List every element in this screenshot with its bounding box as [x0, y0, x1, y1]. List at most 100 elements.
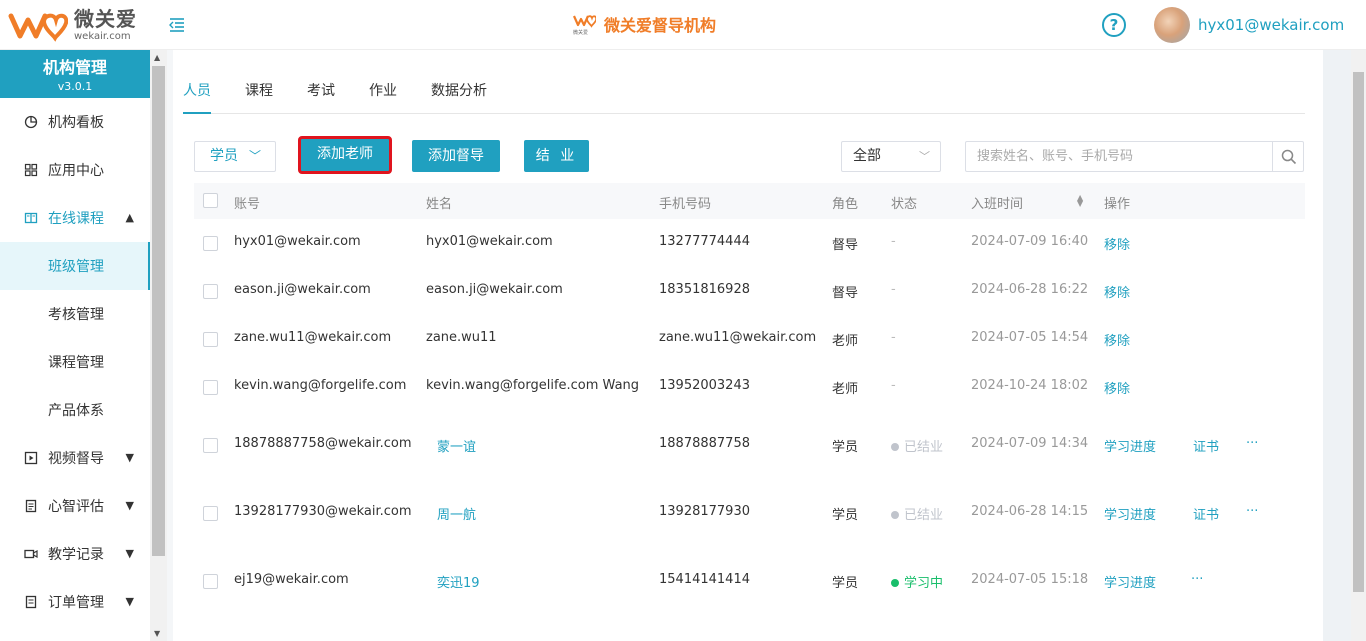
clipboard-icon: [25, 499, 37, 513]
certificate-link[interactable]: 证书: [1193, 504, 1219, 523]
tab-exams[interactable]: 考试: [307, 80, 335, 114]
brand-logo[interactable]: 微关爱 wekair.com: [8, 6, 137, 44]
cell-role: 老师: [832, 382, 859, 397]
cell-name-link[interactable]: 蒙一谊: [437, 436, 476, 455]
search-input[interactable]: 搜索姓名、账号、手机号码: [965, 141, 1273, 172]
tab-data-analysis[interactable]: 数据分析: [431, 80, 487, 114]
add-supervisor-button[interactable]: 添加督导: [412, 140, 500, 172]
row-checkbox[interactable]: [203, 438, 218, 453]
status-dot: [891, 511, 899, 519]
chevron-up-icon: ▲: [125, 211, 134, 224]
sidebar-item-mind-assessment[interactable]: 心智评估 ▼: [0, 482, 150, 530]
cell-status: -: [891, 234, 896, 249]
sidebar-version: v3.0.1: [57, 80, 93, 93]
sidebar-item-teaching-records[interactable]: 教学记录 ▼: [0, 530, 150, 578]
cell-join-time: 2024-10-24 18:02: [971, 378, 1089, 393]
sidebar-item-label: 教学记录: [48, 547, 104, 563]
cell-join-time: 2024-07-05 15:18: [971, 572, 1089, 587]
col-status: 状态: [891, 197, 918, 212]
video-icon: [24, 451, 38, 465]
help-icon[interactable]: ?: [1102, 13, 1126, 37]
cell-account: ej19@wekair.com: [234, 572, 349, 587]
sort-icon[interactable]: ▲ ▼: [1077, 194, 1083, 208]
remove-link[interactable]: 移除: [1104, 282, 1130, 301]
main-content: 人员 课程 考试 作业 数据分析 学员 ﹀ 添加老师 添加督导 结 业 全部 ﹀…: [173, 50, 1323, 641]
row-checkbox[interactable]: [203, 332, 218, 347]
sidebar-item-course-management[interactable]: 课程管理: [0, 338, 150, 386]
cell-name: eason.ji@wekair.com: [426, 282, 563, 297]
scroll-down-icon[interactable]: ▼: [154, 629, 160, 638]
right-gutter: [1323, 50, 1351, 641]
cell-role: 督导: [832, 286, 859, 301]
cell-status: -: [891, 282, 896, 297]
cell-role: 学员: [832, 440, 859, 455]
study-progress-link[interactable]: 学习进度: [1104, 504, 1156, 523]
chevron-down-icon: ▼: [125, 595, 134, 608]
study-progress-link[interactable]: 学习进度: [1104, 436, 1156, 455]
col-join-time[interactable]: 入班时间: [971, 193, 1023, 212]
status-dot: [891, 443, 899, 451]
status-filter-select[interactable]: 全部 ﹀: [841, 141, 941, 172]
cell-join-time: 2024-06-28 16:22: [971, 282, 1089, 297]
cell-name-link[interactable]: 周一航: [437, 504, 476, 523]
cell-role: 督导: [832, 238, 859, 253]
sidebar-item-class-management[interactable]: 班级管理: [0, 242, 150, 290]
role-select[interactable]: 学员 ﹀: [194, 141, 276, 172]
sidebar-item-video-supervision[interactable]: 视频督导 ▼: [0, 434, 150, 482]
cell-join-time: 2024-07-05 14:54: [971, 330, 1089, 345]
cell-status: 学习中: [891, 572, 943, 591]
sidebar-item-assessment-management[interactable]: 考核管理: [0, 290, 150, 338]
row-checkbox[interactable]: [203, 284, 218, 299]
sidebar-scroll-thumb[interactable]: [152, 66, 165, 556]
status-text: 已结业: [904, 508, 944, 523]
remove-link[interactable]: 移除: [1104, 378, 1130, 397]
more-icon[interactable]: ···: [1191, 572, 1203, 587]
col-phone: 手机号码: [659, 197, 712, 212]
cell-name-link[interactable]: 奕迅19: [437, 572, 480, 591]
sidebar-item-product-system[interactable]: 产品体系: [0, 386, 150, 434]
row-checkbox[interactable]: [203, 236, 218, 251]
sidebar-scrollbar[interactable]: ▲ ▼: [150, 50, 167, 641]
page-scroll-thumb[interactable]: [1353, 72, 1364, 592]
graduate-button[interactable]: 结 业: [524, 140, 589, 172]
row-checkbox[interactable]: [203, 506, 218, 521]
select-all-checkbox[interactable]: [203, 193, 218, 208]
avatar[interactable]: [1154, 7, 1190, 43]
row-checkbox[interactable]: [203, 574, 218, 589]
sidebar-item-online-course[interactable]: 在线课程 ▲: [0, 194, 150, 242]
certificate-link[interactable]: 证书: [1193, 436, 1219, 455]
row-checkbox[interactable]: [203, 380, 218, 395]
cell-phone: 13928177930: [659, 504, 750, 519]
scroll-up-icon[interactable]: ▲: [154, 53, 160, 62]
tab-courses[interactable]: 课程: [245, 80, 273, 114]
cell-name: hyx01@wekair.com: [426, 234, 553, 249]
cell-account: hyx01@wekair.com: [234, 234, 361, 249]
org-logo-icon: 微关爱: [572, 15, 596, 36]
search-button[interactable]: [1272, 141, 1304, 172]
user-email[interactable]: hyx01@wekair.com: [1198, 16, 1344, 34]
search-icon: [1281, 149, 1297, 165]
tab-people[interactable]: 人员: [183, 80, 211, 114]
study-progress-link[interactable]: 学习进度: [1104, 572, 1156, 591]
sidebar-item-label: 视频督导: [48, 451, 104, 467]
sidebar-item-app-center[interactable]: 应用中心: [0, 146, 150, 194]
more-icon[interactable]: ···: [1246, 504, 1258, 519]
cell-status: -: [891, 378, 896, 393]
sidebar-item-label: 考核管理: [48, 307, 104, 323]
grid-icon: [24, 163, 38, 177]
page-scrollbar[interactable]: [1351, 50, 1366, 641]
col-account: 账号: [234, 197, 261, 212]
org-title: 微关爱 微关爱督导机构: [572, 12, 716, 36]
remove-link[interactable]: 移除: [1104, 330, 1130, 349]
book-icon: [24, 212, 38, 224]
sidebar-header: 机构管理 v3.0.1: [0, 50, 150, 98]
logo-text-cn: 微关爱: [74, 6, 137, 31]
remove-link[interactable]: 移除: [1104, 234, 1130, 253]
sidebar-item-dashboard[interactable]: 机构看板: [0, 98, 150, 146]
sidebar-item-order-management[interactable]: 订单管理 ▼: [0, 578, 150, 626]
sidebar-item-label: 订单管理: [48, 595, 104, 611]
tab-homework[interactable]: 作业: [369, 80, 397, 114]
add-teacher-button[interactable]: 添加老师: [298, 136, 392, 174]
menu-fold-icon[interactable]: [168, 16, 186, 34]
more-icon[interactable]: ···: [1246, 436, 1258, 451]
